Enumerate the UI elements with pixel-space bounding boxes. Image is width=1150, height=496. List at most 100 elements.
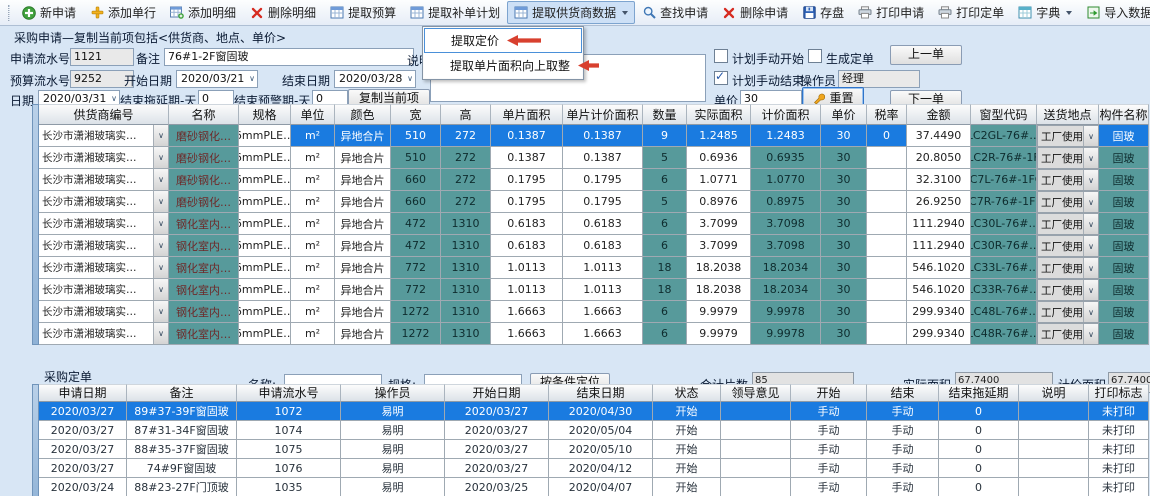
table-cell[interactable]: 20.8050 bbox=[907, 147, 971, 169]
dropdown-arrow-icon[interactable]: ∨ bbox=[153, 147, 168, 168]
table-cell[interactable]: LC48R-76#… bbox=[971, 323, 1037, 345]
table-cell[interactable]: m² bbox=[291, 323, 335, 345]
table-cell[interactable]: 0.6936 bbox=[687, 147, 751, 169]
table-cell[interactable]: 3.7099 bbox=[687, 235, 751, 257]
table-cell[interactable]: 1.6663 bbox=[563, 323, 643, 345]
table-cell[interactable]: 0 bbox=[939, 440, 1019, 459]
table-cell[interactable]: 2020/03/27 bbox=[39, 421, 127, 440]
table-cell[interactable]: 1072 bbox=[237, 402, 341, 421]
table-cell[interactable]: 易明 bbox=[341, 440, 445, 459]
menu-item-extract-pricing[interactable]: 提取定价 bbox=[424, 28, 582, 53]
table-cell[interactable]: 660 bbox=[391, 169, 441, 191]
table-row[interactable]: 长沙市潇湘玻璃实…∨磨砂钢化…6mmPLE…m²异地合片6602720.1795… bbox=[39, 169, 1149, 191]
dropdown-arrow-icon[interactable]: ∨ bbox=[1083, 280, 1098, 300]
table-cell[interactable]: 钢化室内… bbox=[169, 257, 239, 279]
table-cell[interactable]: 9.9979 bbox=[687, 323, 751, 345]
table-cell[interactable]: 660 bbox=[391, 191, 441, 213]
dropdown-arrow-icon[interactable]: ∨ bbox=[153, 235, 168, 256]
table-cell[interactable]: 272 bbox=[441, 147, 491, 169]
extract-supplement-plan-button[interactable]: 提取补单计划 bbox=[403, 1, 507, 24]
dropdown-arrow-icon[interactable]: ∨ bbox=[1083, 148, 1098, 168]
table-cell[interactable]: 异地合片 bbox=[335, 191, 391, 213]
table-cell[interactable]: 0 bbox=[939, 459, 1019, 478]
dropdown-arrow-icon[interactable]: ∨ bbox=[1083, 236, 1098, 256]
table-cell[interactable] bbox=[721, 421, 791, 440]
table-cell[interactable]: 异地合片 bbox=[335, 169, 391, 191]
table-cell[interactable]: 2020/04/07 bbox=[549, 478, 653, 496]
table-cell[interactable]: 546.1020 bbox=[907, 279, 971, 301]
remark-field[interactable]: 76#1-2F窗固玻 bbox=[164, 48, 414, 66]
dropdown-arrow-icon[interactable]: ∨ bbox=[1083, 170, 1098, 190]
table-cell[interactable]: 长沙市潇湘玻璃实…∨ bbox=[39, 213, 169, 235]
table-cell[interactable] bbox=[867, 169, 907, 191]
end-date-combo[interactable]: 2020/03/28∨ bbox=[334, 70, 416, 88]
table-cell[interactable]: LC2R-76#-1F bbox=[971, 147, 1037, 169]
table-cell[interactable]: 未打印 bbox=[1089, 459, 1149, 478]
dropdown-arrow-icon[interactable]: ∨ bbox=[153, 279, 168, 300]
table-cell[interactable]: m² bbox=[291, 301, 335, 323]
table-cell[interactable]: 磨砂钢化… bbox=[169, 169, 239, 191]
table-cell[interactable]: 6mmPLE… bbox=[239, 213, 291, 235]
table-row[interactable]: 长沙市潇湘玻璃实…∨钢化室内…6mmPLE…m²异地合片77213101.011… bbox=[39, 279, 1149, 301]
table-cell[interactable]: 6mmPLE… bbox=[239, 257, 291, 279]
table-cell[interactable]: 手动 bbox=[867, 440, 939, 459]
table-row[interactable]: 长沙市潇湘玻璃实…∨磨砂钢化…6mmPLE…m²异地合片6602720.1795… bbox=[39, 191, 1149, 213]
table-row[interactable]: 2020/03/2787#31-34F窗固玻1074易明2020/03/2720… bbox=[39, 421, 1149, 440]
start-date-combo[interactable]: 2020/03/21∨ bbox=[176, 70, 258, 88]
extract-budget-button[interactable]: 提取预算 bbox=[323, 1, 403, 24]
table-cell[interactable]: 长沙市潇湘玻璃实…∨ bbox=[39, 147, 169, 169]
table-cell[interactable]: 1035 bbox=[237, 478, 341, 496]
table-cell[interactable]: 3.7098 bbox=[751, 235, 821, 257]
table-cell[interactable]: 1272 bbox=[391, 301, 441, 323]
table-cell[interactable] bbox=[721, 402, 791, 421]
table-cell[interactable]: m² bbox=[291, 147, 335, 169]
table-cell[interactable]: 18 bbox=[643, 279, 687, 301]
table-cell[interactable]: 异地合片 bbox=[335, 257, 391, 279]
table-cell[interactable]: 0.1795 bbox=[563, 169, 643, 191]
table-cell[interactable]: 未打印 bbox=[1089, 440, 1149, 459]
table-cell[interactable]: 89#37-39F窗固玻 bbox=[127, 402, 237, 421]
table-cell[interactable]: 111.2940 bbox=[907, 213, 971, 235]
table-cell[interactable] bbox=[1019, 478, 1089, 496]
table-cell[interactable]: 18.2038 bbox=[687, 257, 751, 279]
table-cell[interactable]: 长沙市潇湘玻璃实…∨ bbox=[39, 125, 169, 147]
table-cell[interactable]: 18 bbox=[643, 257, 687, 279]
menu-item-extract-piece-area-round-up[interactable]: 提取单片面积向上取整 bbox=[424, 53, 582, 78]
table-cell[interactable]: 18.2038 bbox=[687, 279, 751, 301]
table-row[interactable]: 长沙市潇湘玻璃实…∨钢化室内…6mmPLE…m²异地合片127213101.66… bbox=[39, 323, 1149, 345]
table-cell[interactable]: 6mmPLE… bbox=[239, 301, 291, 323]
table-cell[interactable]: 0.6183 bbox=[563, 235, 643, 257]
table-cell[interactable]: 开始 bbox=[653, 402, 721, 421]
table-row[interactable]: 2020/03/2488#23-27F门顶玻1035易明2020/03/2520… bbox=[39, 478, 1149, 496]
delete-request-button[interactable]: 删除申请 bbox=[715, 1, 795, 24]
table-cell[interactable]: 1076 bbox=[237, 459, 341, 478]
table-cell[interactable]: 0.1795 bbox=[491, 191, 563, 213]
table-cell[interactable]: 2020/03/27 bbox=[39, 440, 127, 459]
dictionary-button[interactable]: 字典 bbox=[1011, 1, 1079, 24]
table-cell[interactable]: 工厂使用∨ bbox=[1037, 235, 1099, 257]
table-cell[interactable]: 5 bbox=[643, 147, 687, 169]
table-cell[interactable]: LC2GL-76#… bbox=[971, 125, 1037, 147]
table-cell[interactable]: 32.3100 bbox=[907, 169, 971, 191]
table-cell[interactable]: 手动 bbox=[791, 459, 867, 478]
table-cell[interactable]: 开始 bbox=[653, 421, 721, 440]
table-cell[interactable]: 6mmPLE… bbox=[239, 169, 291, 191]
table-cell[interactable]: m² bbox=[291, 257, 335, 279]
table-cell[interactable]: 546.1020 bbox=[907, 257, 971, 279]
table-cell[interactable]: 未打印 bbox=[1089, 421, 1149, 440]
table-cell[interactable]: 30 bbox=[821, 125, 867, 147]
table-cell[interactable]: 6mmPLE… bbox=[239, 279, 291, 301]
table-cell[interactable]: 6mmPLE… bbox=[239, 235, 291, 257]
table-cell[interactable]: 开始 bbox=[653, 478, 721, 496]
table-cell[interactable]: 5 bbox=[643, 191, 687, 213]
table-cell[interactable]: 长沙市潇湘玻璃实…∨ bbox=[39, 235, 169, 257]
table-cell[interactable]: 异地合片 bbox=[335, 147, 391, 169]
table-cell[interactable]: 472 bbox=[391, 235, 441, 257]
dropdown-arrow-icon[interactable]: ∨ bbox=[153, 191, 168, 212]
table-cell[interactable] bbox=[1019, 440, 1089, 459]
table-cell[interactable]: 9.9979 bbox=[687, 301, 751, 323]
table-cell[interactable] bbox=[721, 459, 791, 478]
table-cell[interactable]: 0.1387 bbox=[491, 125, 563, 147]
table-cell[interactable]: 手动 bbox=[791, 421, 867, 440]
table-row[interactable]: 长沙市潇湘玻璃实…∨磨砂钢化…6mmPLE…m²异地合片5102720.1387… bbox=[39, 125, 1149, 147]
